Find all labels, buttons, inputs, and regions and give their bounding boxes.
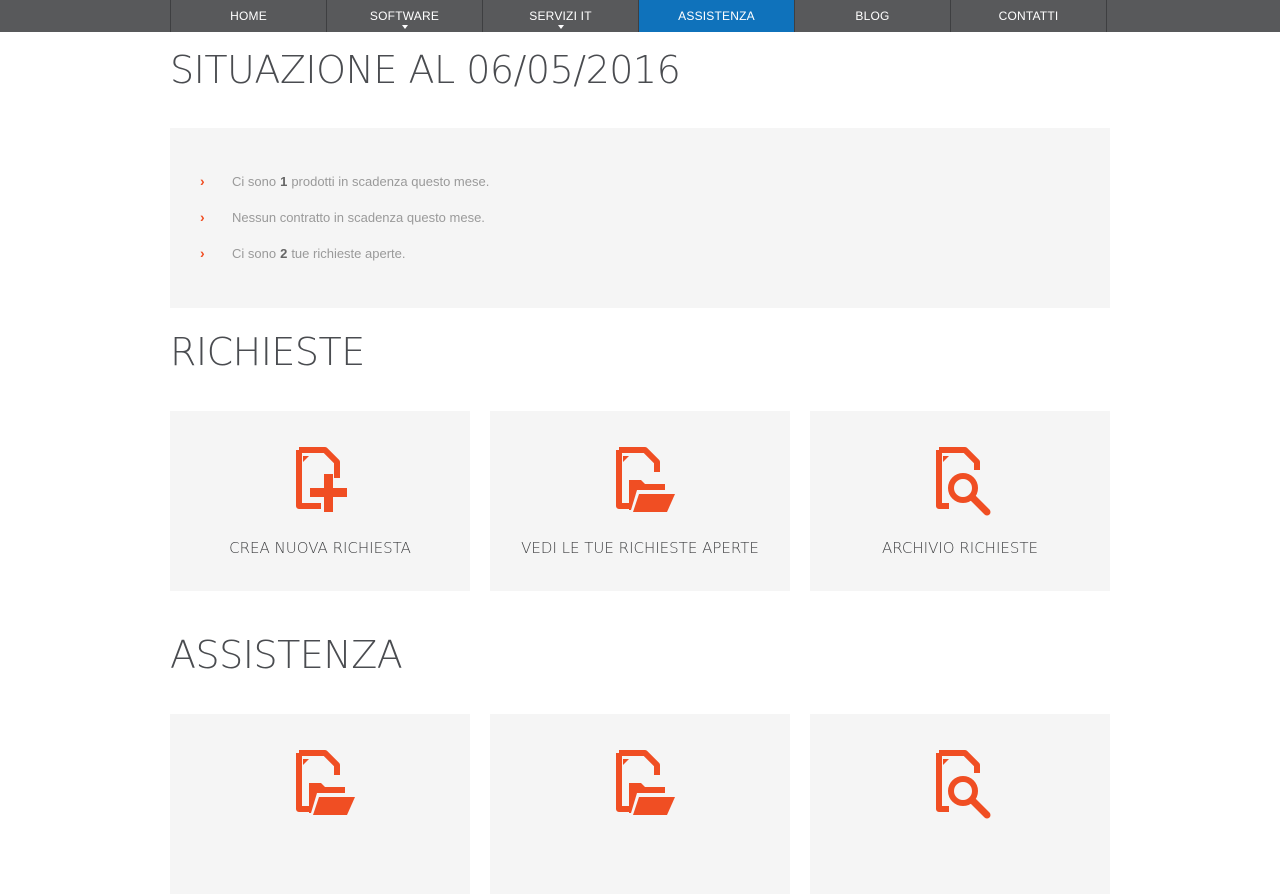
nav-item-software[interactable]: SOFTWARE xyxy=(327,0,483,32)
chevron-right-icon: › xyxy=(200,245,205,261)
nav-item-assistenza[interactable]: ASSISTENZA xyxy=(639,0,795,32)
file-search-icon xyxy=(936,447,991,516)
file-search-icon xyxy=(936,750,991,819)
card-vedi-richieste-aperte[interactable]: VEDI LE TUE RICHIESTE APERTE xyxy=(490,411,790,591)
status-text-before: Ci sono xyxy=(232,173,277,189)
nav-item-label: SERVIZI IT xyxy=(529,9,592,23)
assistenza-cards xyxy=(170,714,1110,894)
caret-down-icon xyxy=(401,25,408,29)
status-text-after: prodotti in scadenza questo mese. xyxy=(291,173,490,189)
card-assistenza-1[interactable] xyxy=(170,714,470,894)
nav-item-label: HOME xyxy=(230,9,267,23)
nav-item-label: SOFTWARE xyxy=(369,9,440,23)
card-crea-nuova-richiesta[interactable]: CREA NUOVA RICHIESTA xyxy=(170,411,470,591)
file-folder-icon xyxy=(296,750,355,815)
status-summary: › Ci sono 1 prodotti in scadenza questo … xyxy=(170,128,1110,308)
chevron-right-icon: › xyxy=(200,173,205,189)
card-label: VEDI LE TUE RICHIESTE APERTE xyxy=(521,539,759,557)
nav-menu: HOME SOFTWARE SERVIZI IT ASSISTENZA BLOG… xyxy=(170,0,1107,32)
card-assistenza-3[interactable] xyxy=(810,714,1110,894)
nav-item-contatti[interactable]: CONTATTI xyxy=(951,0,1107,32)
top-navigation: HOME SOFTWARE SERVIZI IT ASSISTENZA BLOG… xyxy=(0,0,1280,32)
section-title-assistenza: ASSISTENZA xyxy=(170,633,403,677)
status-text-before: Nessun contratto in scadenza questo mese… xyxy=(232,209,485,225)
status-count: 1 xyxy=(280,173,288,189)
nav-item-blog[interactable]: BLOG xyxy=(795,0,951,32)
chevron-right-icon: › xyxy=(200,209,205,225)
nav-item-servizi-it[interactable]: SERVIZI IT xyxy=(483,0,639,32)
file-plus-icon xyxy=(296,447,347,512)
status-list: › Ci sono 1 prodotti in scadenza questo … xyxy=(200,163,489,271)
status-item: › Ci sono 2 tue richieste aperte. xyxy=(200,235,489,271)
status-item: › Ci sono 1 prodotti in scadenza questo … xyxy=(200,163,489,199)
card-label: CREA NUOVA RICHIESTA xyxy=(229,539,411,557)
caret-down-icon xyxy=(557,25,564,29)
card-label: ARCHIVIO RICHIESTE xyxy=(881,539,1039,557)
section-title-richieste: RICHIESTE xyxy=(170,330,365,374)
nav-item-label: ASSISTENZA xyxy=(678,9,755,23)
nav-item-home[interactable]: HOME xyxy=(171,0,327,32)
richieste-cards: CREA NUOVA RICHIESTA VEDI LE TUE RICHIES… xyxy=(170,411,1110,591)
nav-item-label: CONTATTI xyxy=(998,9,1059,23)
status-item: › Nessun contratto in scadenza questo me… xyxy=(200,199,489,235)
nav-item-label: BLOG xyxy=(855,9,890,23)
status-text-before: Ci sono xyxy=(232,245,277,261)
card-archivio-richieste[interactable]: ARCHIVIO RICHIESTE xyxy=(810,411,1110,591)
card-assistenza-2[interactable] xyxy=(490,714,790,894)
file-folder-icon xyxy=(616,750,675,815)
file-folder-icon xyxy=(616,447,675,512)
status-text-after: tue richieste aperte. xyxy=(291,245,406,261)
status-count: 2 xyxy=(280,245,288,261)
page-title: SITUAZIONE AL 06/05/2016 xyxy=(170,48,681,92)
